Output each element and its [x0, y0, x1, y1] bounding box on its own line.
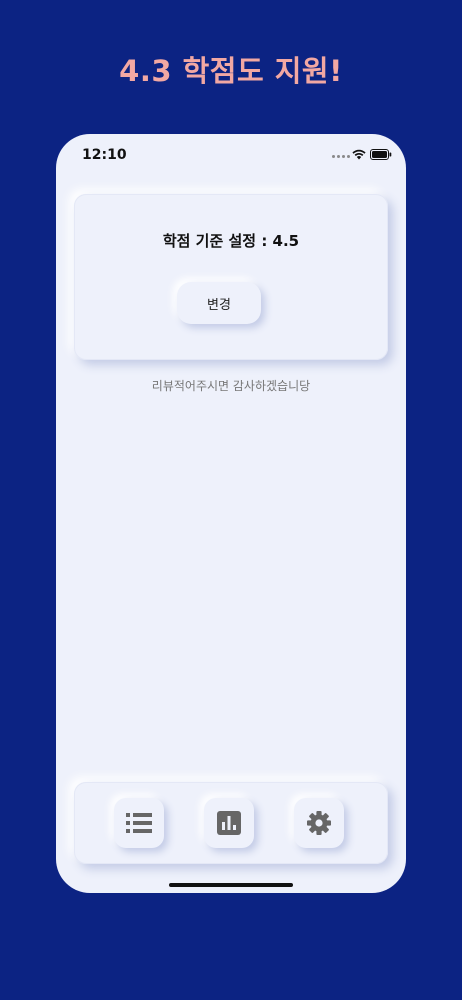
tab-statistics[interactable] [204, 798, 254, 848]
battery-icon [370, 149, 392, 160]
grade-settings-card: 학점 기준 설정 : 4.5 변경 [74, 194, 388, 360]
status-bar: 12:10 [56, 134, 406, 178]
home-indicator [169, 883, 293, 887]
grade-standard-label: 학점 기준 설정 : 4.5 [162, 232, 300, 250]
tab-settings[interactable] [294, 798, 344, 848]
bar-chart-icon [217, 811, 241, 835]
phone-screen: 12:10 학점 기준 설정 : 4.5 변경 리뷰적어주시면 감사하겠습니당 [56, 134, 406, 893]
bottom-tab-bar [74, 782, 388, 864]
list-icon [126, 813, 152, 833]
status-time: 12:10 [82, 147, 127, 163]
tab-list[interactable] [114, 798, 164, 848]
wifi-icon [352, 149, 366, 160]
review-request-text: 리뷰적어주시면 감사하겠습니당 [151, 379, 311, 393]
cellular-signal-icon [332, 155, 350, 158]
change-button[interactable]: 변경 [177, 282, 261, 324]
promo-headline: 4.3 학점도 지원! [119, 54, 343, 88]
gear-icon [307, 811, 331, 835]
